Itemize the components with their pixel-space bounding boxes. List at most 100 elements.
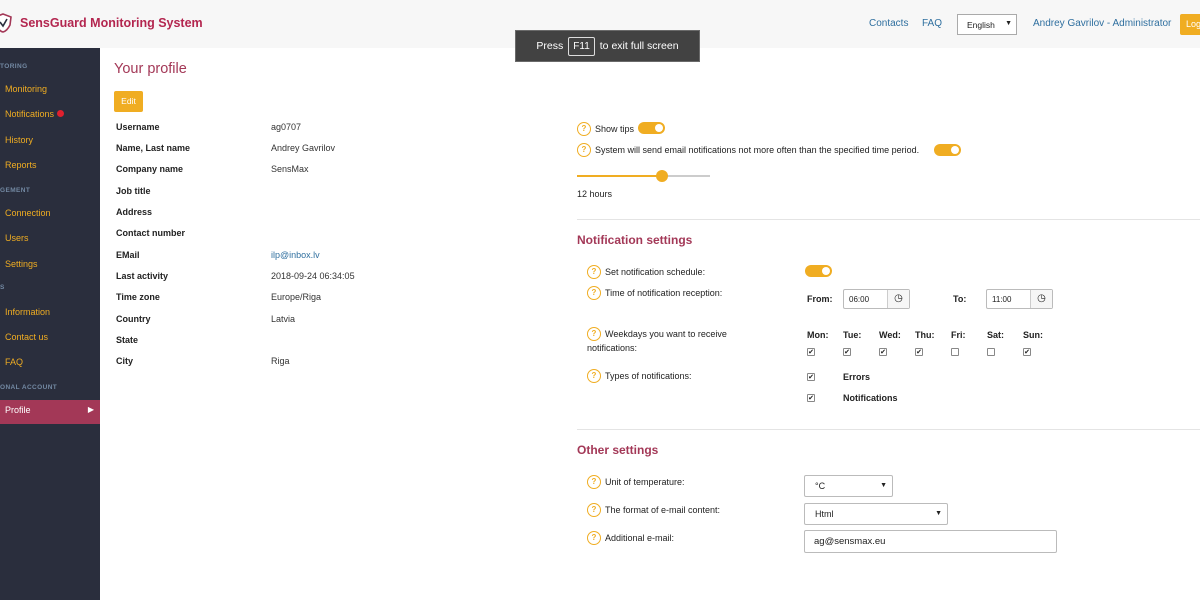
profile-field-value: 2018-09-24 06:34:05 [271, 271, 355, 281]
profile-row: Username ag0707 [116, 122, 516, 138]
sidebar-item-history[interactable]: History [0, 130, 100, 154]
notification-type-checkbox[interactable]: ✔ [807, 373, 815, 381]
sidebar-item-label: Users [5, 233, 29, 243]
weekday-checkbox[interactable]: ✔ [843, 348, 851, 356]
weekday-label: Tue: [843, 330, 862, 340]
reception-label: Time of notification reception: [605, 288, 723, 298]
notification-type-label: Notifications [843, 393, 898, 403]
other-settings-title: Other settings [577, 443, 659, 457]
help-icon[interactable]: ? [587, 475, 601, 489]
weekday-checkbox[interactable] [987, 348, 995, 356]
sidebar-item-monitoring[interactable]: Monitoring [0, 79, 100, 103]
sidebar-item-label: Connection [5, 208, 51, 218]
sidebar-item-label: Information [5, 307, 51, 317]
f11-key-label: F11 [568, 36, 595, 56]
sidebar-item-contact-us[interactable]: Contact us [0, 327, 100, 351]
faq-link[interactable]: FAQ [922, 18, 942, 29]
profile-field-label: Address [116, 207, 153, 217]
temperature-select[interactable]: °C ▼ [804, 475, 893, 497]
from-label: From: [807, 294, 833, 304]
sidebar-item-faq[interactable]: FAQ [0, 352, 100, 376]
schedule-toggle[interactable] [805, 265, 832, 277]
help-icon[interactable]: ? [587, 531, 601, 545]
profile-row: EMail ilp@inbox.lv [116, 250, 516, 266]
sidebar-item-profile[interactable]: Profile ▶ [0, 400, 100, 424]
page-title: Your profile [114, 61, 187, 77]
shield-logo-icon [0, 13, 12, 33]
show-tips-toggle[interactable] [638, 122, 665, 134]
sidebar-item-settings[interactable]: Settings [0, 254, 100, 278]
clock-icon[interactable]: ◷ [887, 290, 909, 308]
from-time-input[interactable]: 06:00 ◷ [843, 289, 910, 309]
logout-button[interactable]: Log [1180, 14, 1200, 35]
profile-field-value: Andrey Gavrilov [271, 143, 336, 153]
sidebar-item-connection[interactable]: Connection [0, 203, 100, 227]
additional-email-input[interactable]: ag@sensmax.eu [804, 530, 1057, 553]
help-icon[interactable]: ? [577, 122, 591, 136]
profile-field-label: Name, Last name [116, 143, 191, 153]
contacts-link[interactable]: Contacts [869, 18, 908, 29]
email-period-toggle[interactable] [934, 144, 961, 156]
sidebar-section-personal-account: ONAL ACCOUNT [0, 384, 58, 391]
weekday-label: Sat: [987, 330, 1005, 340]
help-icon[interactable]: ? [587, 265, 601, 279]
help-icon[interactable]: ? [587, 327, 601, 341]
additional-email-label: Additional e-mail: [605, 533, 675, 543]
profile-row: Address [116, 207, 516, 223]
period-value: 12 hours [577, 189, 613, 199]
profile-row: Contact number [116, 228, 516, 244]
profile-row: State [116, 335, 516, 351]
sidebar-item-label: Notifications [5, 109, 55, 119]
profile-field-label: State [116, 335, 139, 345]
sidebar-item-reports[interactable]: Reports [0, 155, 100, 179]
help-icon[interactable]: ? [587, 369, 601, 383]
profile-field-label: Last activity [116, 271, 169, 281]
sidebar-section-monitoring: TORING [0, 63, 28, 70]
to-time-value: 11:00 [992, 295, 1012, 304]
user-menu-link[interactable]: Andrey Gavrilov - Administrator [1033, 18, 1171, 29]
slider-handle[interactable] [656, 170, 669, 182]
sidebar: TORING Monitoring Notifications History … [0, 48, 100, 600]
edit-button[interactable]: Edit [114, 91, 143, 112]
weekday-checkbox[interactable]: ✔ [915, 348, 923, 356]
profile-field-value: SensMax [271, 164, 309, 174]
help-icon[interactable]: ? [587, 503, 601, 517]
sidebar-item-information[interactable]: Information [0, 302, 100, 326]
weekday-label: Mon: [807, 330, 829, 340]
profile-row: Country Latvia [116, 314, 516, 330]
profile-field-label: Job title [116, 186, 151, 196]
sidebar-item-notifications[interactable]: Notifications [0, 104, 100, 128]
profile-field-value[interactable]: ilp@inbox.lv [271, 250, 320, 260]
sidebar-section-information: S [0, 284, 5, 291]
sidebar-item-label: Contact us [5, 332, 49, 342]
help-icon[interactable]: ? [577, 143, 591, 157]
clock-icon[interactable]: ◷ [1030, 290, 1052, 308]
help-icon[interactable]: ? [587, 286, 601, 300]
notification-badge-dot [57, 110, 65, 117]
profile-field-value: Europe/Riga [271, 292, 322, 302]
to-label: To: [953, 294, 967, 304]
sidebar-item-label: Reports [5, 160, 37, 170]
app-title: SensGuard Monitoring System [20, 16, 203, 30]
weekdays-label: Weekdays you want to receive [605, 329, 727, 339]
language-select[interactable]: English ▼ [957, 14, 1017, 35]
notification-type-checkbox[interactable]: ✔ [807, 394, 815, 402]
profile-row: Job title [116, 186, 516, 202]
chevron-down-icon: ▼ [1005, 20, 1012, 27]
email-format-value: Html [815, 509, 834, 519]
show-tips-label: Show tips [595, 124, 635, 134]
toast-press-text: Press [536, 40, 564, 52]
weekday-checkbox[interactable]: ✔ [807, 348, 815, 356]
sidebar-item-users[interactable]: Users [0, 228, 100, 252]
sidebar-item-label: Profile [5, 405, 31, 415]
to-time-input[interactable]: 11:00 ◷ [986, 289, 1053, 309]
temperature-value: °C [815, 481, 826, 491]
notification-period-slider[interactable] [577, 170, 710, 182]
profile-field-label: Username [116, 122, 160, 132]
weekday-checkbox[interactable]: ✔ [879, 348, 887, 356]
weekday-checkbox[interactable]: ✔ [1023, 348, 1031, 356]
weekday-checkbox[interactable] [951, 348, 959, 356]
email-format-select[interactable]: Html ▼ [804, 503, 948, 525]
notification-settings-title: Notification settings [577, 233, 693, 247]
weekdays-label-line2: notifications: [587, 343, 638, 353]
